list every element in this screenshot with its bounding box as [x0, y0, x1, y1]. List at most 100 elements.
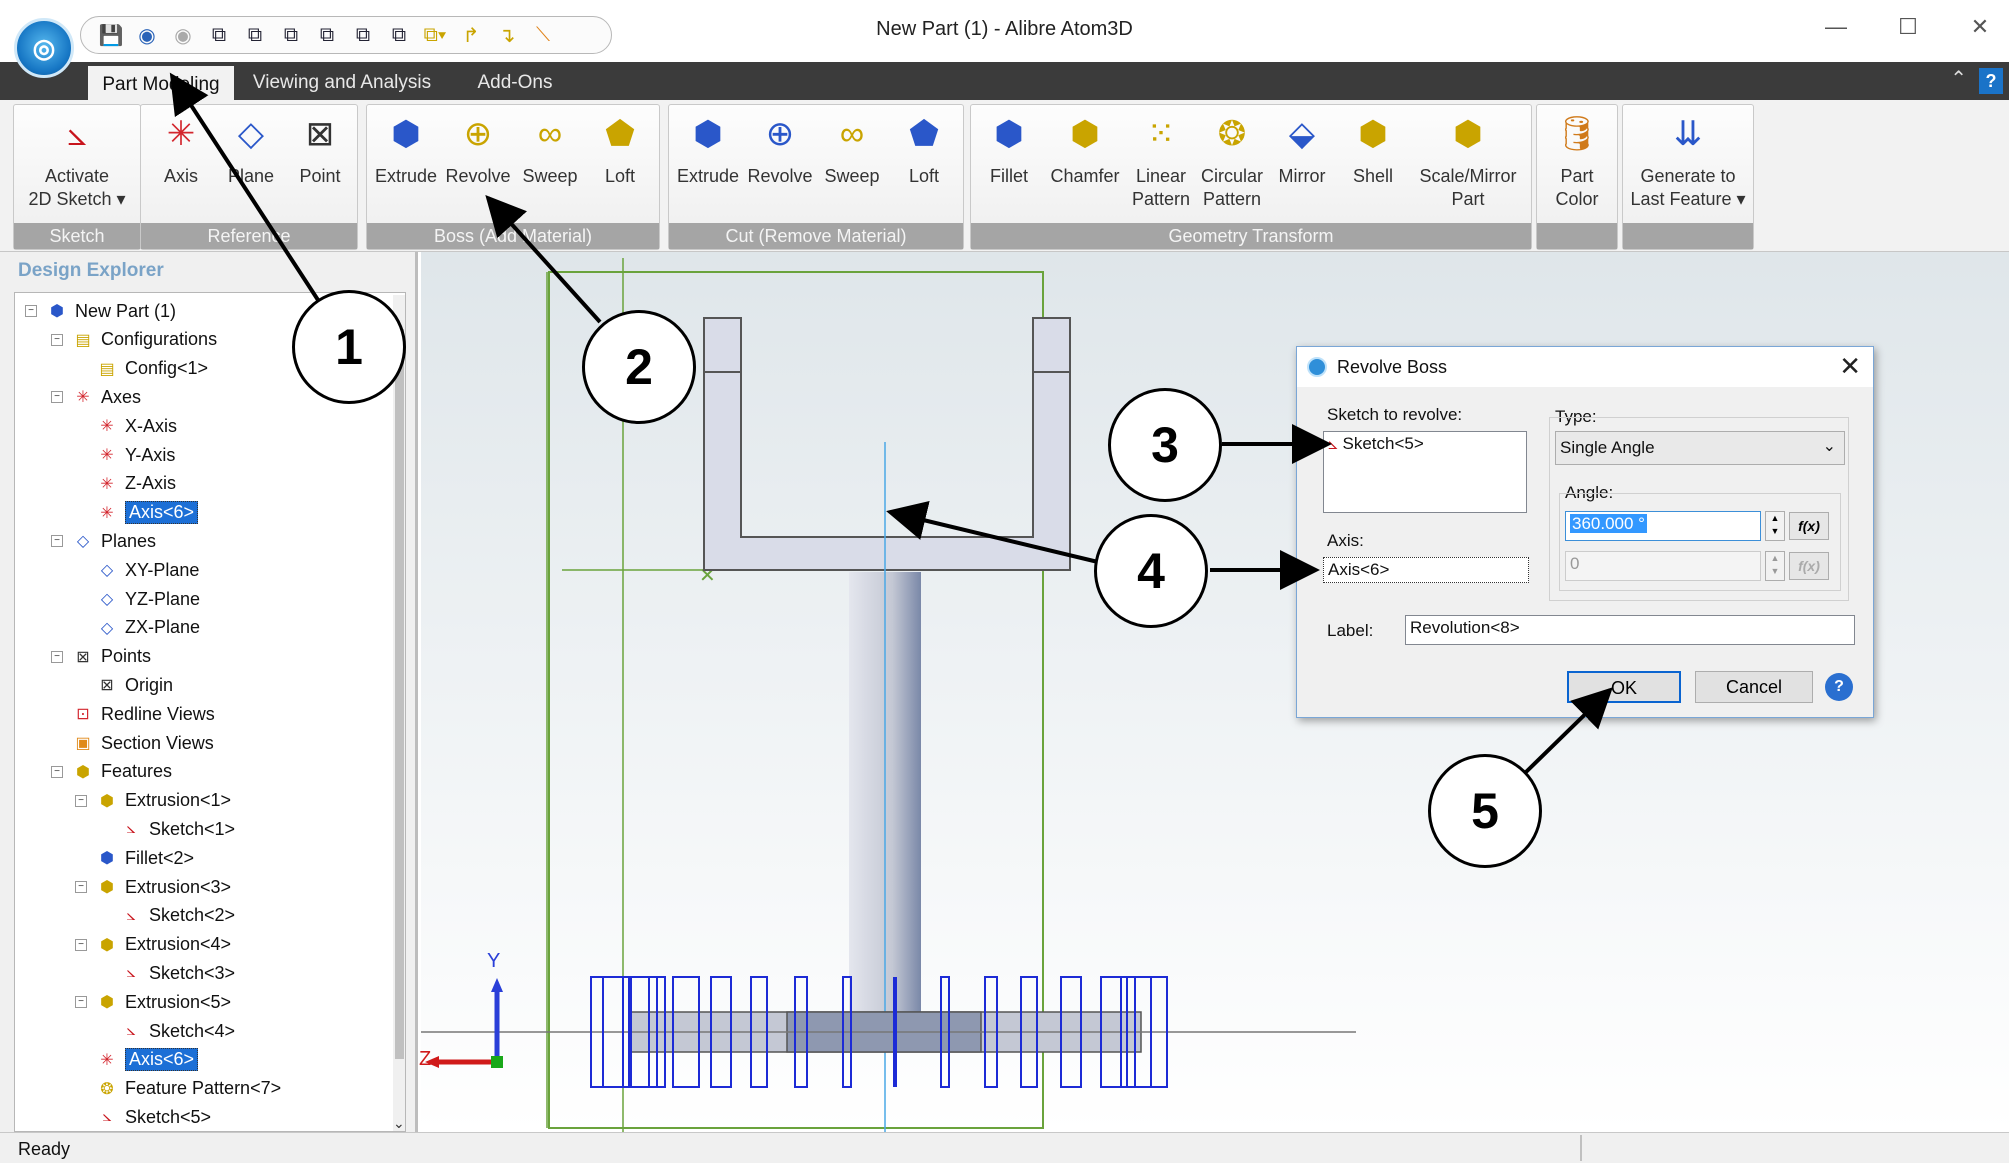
revolve-boss-button[interactable]: ⊕ Revolve	[443, 111, 513, 188]
tree-node[interactable]: ▣ Section Views	[73, 729, 213, 757]
chamfer-button[interactable]: ⬢ Chamfer	[1045, 111, 1125, 188]
dialog-close-button[interactable]: ✕	[1839, 351, 1861, 382]
front-view-icon[interactable]: ⧉	[241, 21, 269, 49]
tree-node[interactable]: ⬢ Features	[73, 758, 172, 786]
collapse-ribbon-icon[interactable]: ⌃	[1950, 66, 1967, 91]
tree-node[interactable]: ◇ ZX-Plane	[97, 614, 200, 642]
fillet-button[interactable]: ⬢ Fillet	[981, 111, 1037, 188]
tab-part-modeling[interactable]: Part Modeling	[88, 66, 234, 100]
save-icon[interactable]: 💾	[97, 21, 125, 49]
point-button[interactable]: ⊠ Point	[291, 111, 349, 188]
tree-node[interactable]: ◇ YZ-Plane	[97, 585, 200, 613]
scroll-down-icon[interactable]: ⌄	[393, 1115, 405, 1131]
angle-spinner[interactable]: ▲ ▼	[1765, 511, 1785, 541]
axis-field[interactable]: Axis<6>	[1323, 557, 1529, 583]
tree-node[interactable]: ⦣ Sketch<4>	[121, 1017, 235, 1045]
tree-expander-icon[interactable]: −	[51, 535, 63, 548]
sweep-cut-button[interactable]: ∞ Sweep	[819, 111, 885, 188]
generate-to-last-feature-button[interactable]: ⇊ Generate to Last Feature ▾	[1623, 111, 1753, 211]
tree-node[interactable]: ⊠ Origin	[97, 671, 173, 699]
sketch-to-revolve-list[interactable]: ⦣ Sketch<5>	[1323, 431, 1527, 513]
label-field[interactable]: Revolution<8>	[1405, 615, 1855, 645]
axis-icon: ✳	[100, 1051, 114, 1069]
close-button[interactable]: ✕	[1960, 14, 2000, 40]
tree-node[interactable]: ⦣ Sketch<1>	[121, 815, 235, 843]
sketch-list-item[interactable]: Sketch<5>	[1343, 434, 1424, 453]
tree-node[interactable]: ◇ XY-Plane	[97, 556, 200, 584]
view-orient-icon[interactable]: ⧉	[385, 21, 413, 49]
extrusion-icon: ⬢	[100, 936, 114, 954]
loft-cut-icon: ⬟	[909, 114, 939, 153]
tree-node[interactable]: ⬢ Extrusion<5>	[97, 988, 231, 1016]
sweep-boss-button[interactable]: ∞ Sweep	[517, 111, 583, 188]
loft-cut-button[interactable]: ⬟ Loft	[893, 111, 955, 188]
tree-node[interactable]: ▤ Config<1>	[97, 355, 208, 383]
tree-node[interactable]: ✳ Z-Axis	[97, 470, 176, 498]
tree-scrollbar-thumb[interactable]	[395, 329, 404, 1059]
tree-node[interactable]: ⬢ Extrusion<3>	[97, 873, 231, 901]
tree-expander-icon[interactable]: −	[51, 765, 63, 778]
revolve-cut-button[interactable]: ⊕ Revolve	[745, 111, 815, 188]
tree-node[interactable]: ✳ X-Axis	[97, 412, 177, 440]
tree-node[interactable]: ⬢ Extrusion<1>	[97, 787, 231, 815]
redo-icon[interactable]: ◉	[169, 21, 197, 49]
tab-viewing-and-analysis[interactable]: Viewing and Analysis	[244, 66, 440, 100]
plane-button[interactable]: ◇ Plane	[221, 111, 281, 188]
mirror-button[interactable]: ⬙ Mirror	[1271, 111, 1333, 188]
tab-add-ons[interactable]: Add-Ons	[462, 66, 568, 100]
view-dropdown-icon[interactable]: ⧉▾	[421, 21, 449, 49]
tree-expander-icon[interactable]: −	[75, 794, 87, 807]
scale-mirror-part-button[interactable]: ⬢ Scale/Mirror Part	[1411, 111, 1525, 211]
axis-button[interactable]: ✳ Axis	[153, 111, 209, 188]
minimize-button[interactable]: —	[1816, 14, 1856, 40]
maximize-button[interactable]: ☐	[1888, 14, 1928, 40]
line-icon[interactable]: ⟍	[529, 21, 557, 49]
sketch-return-icon[interactable]: ↴	[493, 21, 521, 49]
tree-node[interactable]: ⊠ Points	[73, 643, 151, 671]
tree-node[interactable]: ✳ Axis<6>	[97, 499, 199, 527]
activate-2d-sketch-button[interactable]: ⦣ Activate 2D Sketch ▾	[14, 111, 140, 211]
tree-node[interactable]: ⬢ Fillet<2>	[97, 844, 194, 872]
tree-node[interactable]: ✳ Y-Axis	[97, 441, 175, 469]
part-color-button[interactable]: 🛢 Part Color	[1537, 111, 1617, 211]
tree-expander-icon[interactable]: −	[51, 333, 63, 346]
circular-pattern-button[interactable]: ❂ Circular Pattern	[1197, 111, 1267, 211]
tree-node[interactable]: ✳ Axes	[73, 383, 141, 411]
tree-node[interactable]: ⦣ Sketch<2>	[121, 902, 235, 930]
help-icon[interactable]: ?	[1825, 673, 1853, 701]
tree-node[interactable]: ❂ Feature Pattern<7>	[97, 1075, 281, 1103]
tree-expander-icon[interactable]: −	[25, 305, 37, 317]
tree-expander-icon[interactable]: −	[75, 938, 87, 951]
tree-node[interactable]: ◇ Planes	[73, 527, 156, 555]
cancel-button[interactable]: Cancel	[1695, 671, 1813, 703]
linear-pattern-button[interactable]: ⁙ Linear Pattern	[1129, 111, 1193, 211]
right-view-icon[interactable]: ⧉	[313, 21, 341, 49]
tree-node-label: Axes	[101, 386, 142, 407]
back-view-icon[interactable]: ⧉	[349, 21, 377, 49]
undo-icon[interactable]: ◉	[133, 21, 161, 49]
top-view-icon[interactable]: ⧉	[277, 21, 305, 49]
extrude-cut-button[interactable]: ⬢ Extrude	[675, 111, 741, 188]
tree-node[interactable]: ✳ Axis<6>	[97, 1046, 199, 1074]
app-logo-icon[interactable]: ◎	[14, 18, 74, 78]
type-select[interactable]: Single Angle ⌄	[1555, 431, 1845, 465]
sketch-arrow-icon[interactable]: ↱	[457, 21, 485, 49]
tree-expander-icon[interactable]: −	[51, 650, 63, 663]
extrude-boss-button[interactable]: ⬢ Extrude	[373, 111, 439, 188]
tree-node[interactable]: ⊡ Redline Views	[73, 700, 214, 728]
help-icon[interactable]: ?	[1979, 68, 2003, 94]
tree-expander-icon[interactable]: −	[51, 391, 63, 404]
tree-node[interactable]: ⦣ Sketch<5>	[97, 1103, 211, 1131]
shell-button[interactable]: ⬢ Shell	[1343, 111, 1403, 188]
tree-node[interactable]: ⬢ Extrusion<4>	[97, 931, 231, 959]
loft-boss-button[interactable]: ⬟ Loft	[589, 111, 651, 188]
tree-expander-icon[interactable]: −	[75, 881, 87, 893]
tree-node[interactable]: ⬢ New Part (1)	[47, 297, 176, 325]
tree-node[interactable]: ⦣ Sketch<3>	[121, 959, 235, 987]
iso-view-icon[interactable]: ⧉	[205, 21, 233, 49]
ok-button[interactable]: OK	[1567, 671, 1681, 703]
tree-node[interactable]: ▤ Configurations	[73, 326, 217, 354]
angle-fx-button[interactable]: f(x)	[1789, 512, 1829, 540]
tree-expander-icon[interactable]: −	[75, 996, 87, 1009]
angle-input[interactable]: 360.000 °	[1565, 511, 1761, 541]
